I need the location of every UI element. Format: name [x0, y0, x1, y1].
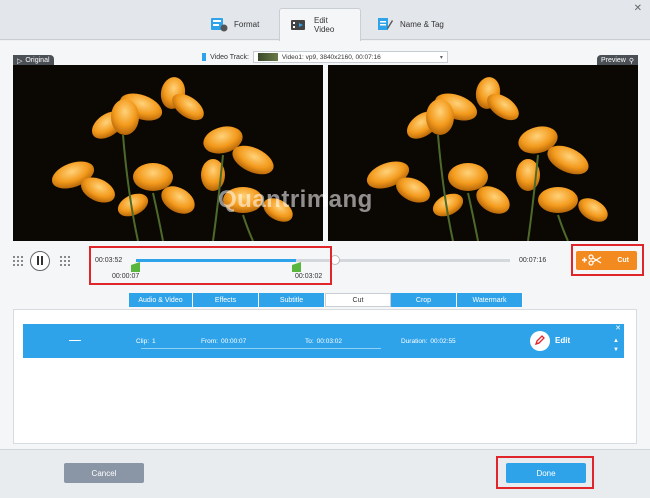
video-thumbnail — [257, 53, 278, 61]
grid-left-icon[interactable] — [13, 256, 23, 266]
done-button[interactable]: Done — [506, 463, 586, 483]
play-triangle-icon: ▷ — [17, 57, 23, 65]
edit-label[interactable]: Edit — [555, 336, 570, 345]
watermark: Quantrimang — [218, 186, 373, 213]
clip-cell: Clip: 1 — [136, 338, 156, 345]
close-icon[interactable]: ✕ — [634, 3, 642, 14]
scissors-icon — [581, 253, 603, 268]
chevron-down-icon: ▾ — [439, 54, 443, 61]
timeline-highlight — [89, 246, 332, 285]
edit-video-icon — [290, 16, 308, 34]
tab-effects[interactable]: Effects — [193, 293, 259, 307]
top-tab-bar: Format Edit Video Name & Tag ✕ — [0, 0, 650, 41]
from-value[interactable]: 00:00:07 — [221, 338, 246, 345]
tab-format-label: Format — [234, 19, 260, 29]
pause-icon — [36, 255, 44, 267]
edit-button[interactable] — [530, 331, 550, 351]
video-track-select[interactable]: Video1: vp9, 3840x2160, 00:07:16 ▾ — [252, 51, 448, 63]
tab-crop[interactable]: Crop — [391, 293, 457, 307]
cancel-button[interactable]: Cancel — [64, 463, 144, 483]
edit-tabs: Audio & Video Effects Subtitle Cut Crop … — [129, 293, 523, 307]
tab-subtitle[interactable]: Subtitle — [259, 293, 325, 307]
remove-clip-icon[interactable]: ✕ — [615, 324, 621, 332]
tab-name-tag-label: Name & Tag — [400, 19, 444, 29]
tab-edit-video-label: Edit Video — [314, 16, 335, 34]
tab-format[interactable]: Format — [200, 8, 274, 40]
video-track-label: Video Track: — [210, 53, 249, 61]
pencil-icon — [534, 334, 546, 348]
to-underline — [291, 348, 381, 349]
preview-video-frame — [328, 65, 638, 241]
total-duration: 00:07:16 — [519, 257, 547, 264]
clip-row[interactable]: Clip: 1 From: 00:00:07 To: 00:03:02 Dura… — [23, 324, 624, 358]
grid-right-icon[interactable] — [60, 256, 70, 266]
tab-watermark[interactable]: Watermark — [457, 293, 523, 307]
to-value[interactable]: 00:03:02 — [317, 338, 342, 345]
move-up-icon[interactable]: ▲ — [613, 338, 619, 344]
format-icon — [210, 15, 228, 33]
move-down-icon[interactable]: ▼ — [613, 347, 619, 353]
cut-button[interactable]: Cut — [576, 251, 637, 270]
to-cell: To: 00:03:02 — [305, 338, 342, 345]
from-cell: From: 00:00:07 — [201, 338, 247, 345]
tab-name-tag[interactable]: Name & Tag — [366, 8, 466, 40]
tab-cut[interactable]: Cut — [325, 293, 391, 307]
from-underline — [141, 348, 291, 349]
video-track-value: Video1: vp9, 3840x2160, 00:07:16 — [281, 53, 381, 61]
clip-dash — [69, 340, 81, 341]
tab-audio-video[interactable]: Audio & Video — [129, 293, 193, 307]
zoom-icon[interactable]: ⚲ — [629, 57, 634, 65]
name-tag-icon — [376, 15, 394, 33]
original-video-frame — [13, 65, 323, 241]
pause-button[interactable] — [30, 251, 50, 271]
video-track-row: Video Track: Video1: vp9, 3840x2160, 00:… — [0, 49, 650, 65]
cut-label: Cut — [617, 257, 629, 264]
duration-cell: Duration: 00:02:55 — [401, 338, 456, 345]
tab-edit-video[interactable]: Edit Video — [279, 8, 361, 41]
video-track-icon — [202, 53, 207, 61]
